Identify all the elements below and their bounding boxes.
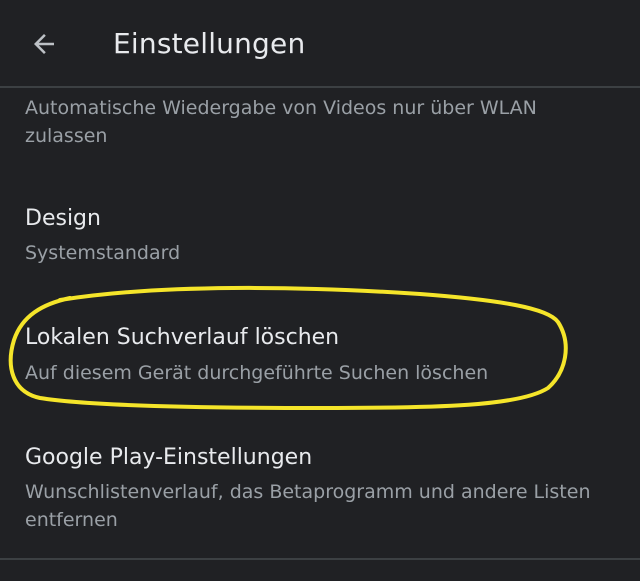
setting-title-google-play-settings: Google Play-Einstellungen (25, 445, 313, 470)
setting-subtitle-design: Systemstandard (25, 242, 181, 264)
setting-item-autoplay-wifi[interactable]: Automatische Wiedergabe von Videos nur ü… (0, 88, 640, 168)
setting-subtitle-clear-search-history: Auf diesem Gerät durchgeführte Suchen lö… (25, 362, 489, 384)
setting-item-clear-search-history[interactable]: Lokalen Suchverlauf löschen Auf diesem G… (0, 314, 640, 398)
page-title: Einstellungen (113, 27, 306, 60)
setting-title-design: Design (25, 206, 101, 231)
back-button[interactable] (26, 26, 62, 62)
setting-subtitle-autoplay: Automatische Wiedergabe von Videos nur ü… (25, 97, 537, 147)
setting-subtitle-google-play-settings: Wunschlistenverlauf, das Betaprogramm un… (25, 481, 591, 531)
setting-title-clear-search-history: Lokalen Suchverlauf löschen (25, 325, 340, 350)
arrow-left-icon (34, 34, 54, 54)
setting-item-google-play-settings[interactable]: Google Play-Einstellungen Wunschlistenve… (0, 434, 640, 544)
list-divider (0, 558, 640, 560)
app-bar: Einstellungen (0, 0, 640, 88)
setting-item-design[interactable]: Design Systemstandard (0, 196, 640, 278)
